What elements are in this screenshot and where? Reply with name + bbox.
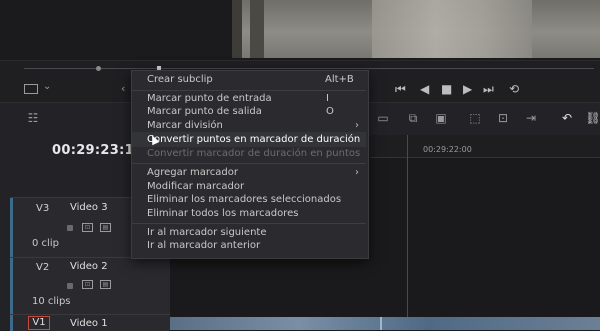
timeline-playhead[interactable] <box>407 135 408 320</box>
menu-item-marcar-division[interactable]: Marcar división <box>147 120 223 131</box>
menu-shortcut: O <box>326 106 334 117</box>
track-header-v2[interactable]: V2 Video 2 ⊡ ▤ 10 clips <box>10 257 170 315</box>
submenu-arrow-icon: › <box>355 167 359 178</box>
scrub-bar[interactable] <box>24 68 594 69</box>
chevron-down-icon[interactable]: ⌄ <box>43 81 51 92</box>
track-id: V2 <box>36 262 50 273</box>
place-on-top-icon[interactable]: ⊡ <box>492 110 514 126</box>
track-clip-count: 0 clip <box>32 238 59 249</box>
menu-item-marcar-entrada[interactable]: Marcar punto de entrada <box>147 93 272 104</box>
go-to-last-frame-button[interactable]: ⏭ <box>483 82 494 96</box>
menu-item-agregar-marcador[interactable]: Agregar marcador <box>147 167 238 178</box>
menu-item-convertir-puntos[interactable]: Convertir puntos en marcador de duración <box>147 134 360 145</box>
track-clip-count: 10 clips <box>32 296 71 307</box>
go-to-first-frame-button[interactable]: ⏮ <box>395 82 406 96</box>
menu-separator <box>132 163 366 164</box>
menu-item-marcar-salida[interactable]: Marcar punto de salida <box>147 106 262 117</box>
track-name[interactable]: Video 3 <box>70 202 108 213</box>
stop-button[interactable]: ■ <box>441 82 452 96</box>
auto-track-icon[interactable]: ⊡ <box>82 280 93 289</box>
video-clip-strip[interactable] <box>170 317 600 330</box>
chevron-left-icon[interactable]: ‹ <box>121 82 125 95</box>
menu-item-marcador-anterior[interactable]: Ir al marcador anterior <box>147 240 260 251</box>
insert-clip-icon[interactable]: ▭ <box>372 110 394 126</box>
menu-item-eliminar-seleccionados[interactable]: Eliminar los marcadores seleccionados <box>147 194 341 205</box>
menu-separator <box>132 90 366 91</box>
snapping-icon[interactable]: ↶ <box>556 110 578 126</box>
video-enable-icon[interactable]: ▤ <box>100 280 111 289</box>
menu-shortcut: Alt+B <box>325 74 354 85</box>
menu-item-eliminar-todos[interactable]: Eliminar todos los marcadores <box>147 208 298 219</box>
track-id: V3 <box>36 203 50 214</box>
menu-separator <box>132 223 366 224</box>
play-reverse-button[interactable]: ◀ <box>420 82 429 96</box>
timeline-ruler[interactable] <box>370 135 600 158</box>
menu-item-crear-subclip[interactable]: Crear subclip <box>147 74 213 85</box>
timeline-timecode: 00:29:23:14 <box>52 143 144 158</box>
loop-button[interactable]: ⟲ <box>509 82 519 96</box>
fit-to-fill-icon[interactable]: ⬚ <box>464 110 486 126</box>
timeline-options-icon[interactable]: ☷ <box>22 110 44 126</box>
video-enable-icon[interactable]: ▤ <box>100 223 111 232</box>
track-name[interactable]: Video 1 <box>70 318 108 329</box>
ripple-overwrite-icon[interactable]: ⇥ <box>520 110 542 126</box>
menu-item-convertir-marcador: Convertir marcador de duración en puntos <box>147 148 361 159</box>
menu-shortcut: I <box>326 93 329 104</box>
monitor-icon[interactable] <box>24 84 38 94</box>
auto-track-icon[interactable]: ⊡ <box>82 223 93 232</box>
link-icon[interactable]: ⛓ <box>582 110 600 126</box>
scrub-handle[interactable] <box>96 66 101 71</box>
lock-icon[interactable] <box>67 283 73 289</box>
track-name[interactable]: Video 2 <box>70 261 108 272</box>
submenu-arrow-icon: › <box>355 120 359 131</box>
lock-icon[interactable] <box>67 225 73 231</box>
menu-item-marcador-siguiente[interactable]: Ir al marcador siguiente <box>147 227 266 238</box>
menu-item-modificar-marcador[interactable]: Modificar marcador <box>147 181 244 192</box>
track-id-v1[interactable]: V1 <box>28 316 50 330</box>
overwrite-clip-icon[interactable]: ⧉ <box>402 110 424 126</box>
replace-clip-icon[interactable]: ▣ <box>430 110 452 126</box>
video-frame-preview <box>232 0 600 58</box>
ruler-timecode: 00:29:22:00 <box>423 145 472 154</box>
play-button[interactable]: ▶ <box>463 82 472 96</box>
